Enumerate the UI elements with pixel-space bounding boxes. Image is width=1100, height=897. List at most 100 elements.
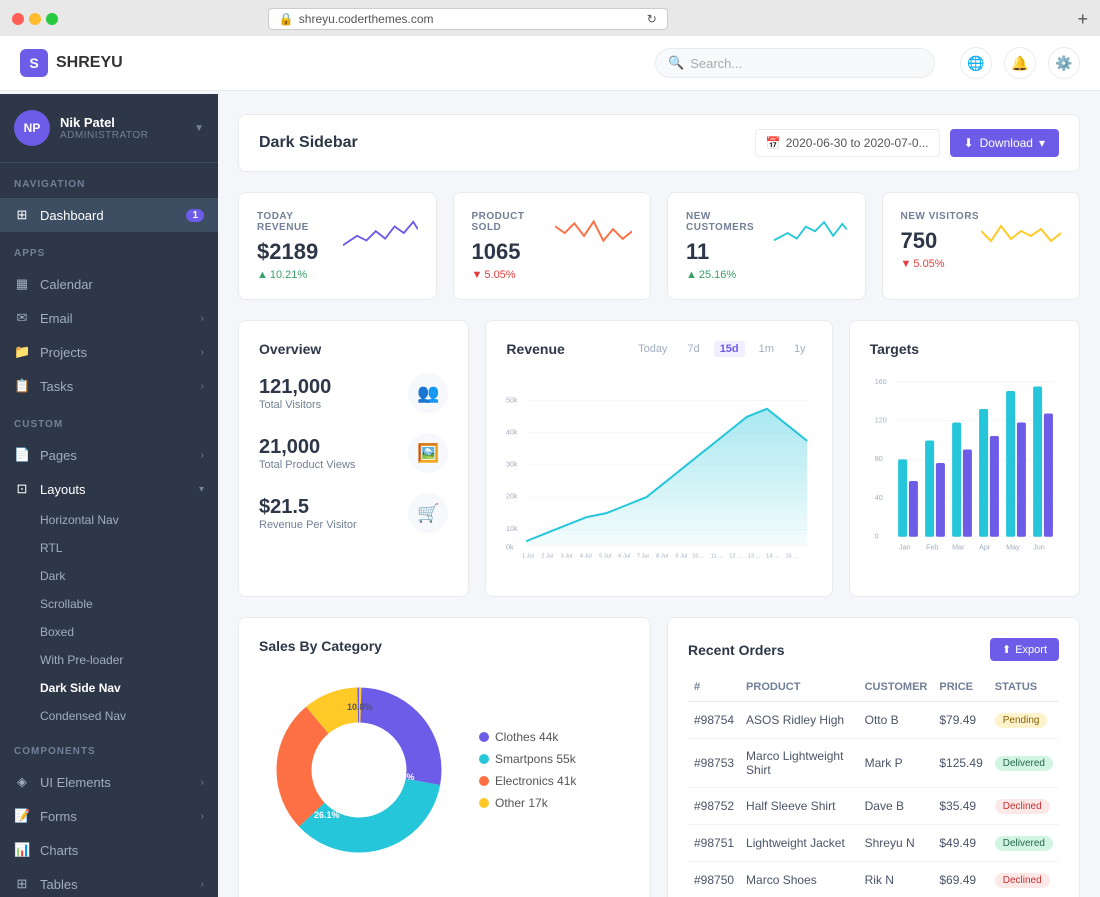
minimize-dot[interactable] [29, 13, 41, 25]
sidebar-item-pages[interactable]: 📄 Pages › [0, 438, 218, 472]
sidebar-sub-horizontal-nav[interactable]: Horizontal Nav [0, 506, 218, 534]
tab-15d[interactable]: 15d [714, 341, 745, 357]
sidebar-item-label: Charts [40, 843, 204, 858]
calendar-icon: 📅 [766, 136, 781, 150]
user-profile[interactable]: NP Nik Patel ADMINISTRATOR ▼ [0, 94, 218, 163]
arrow-up-icon: ▲ [257, 269, 268, 281]
svg-text:0: 0 [874, 532, 878, 541]
new-tab-button[interactable]: + [1077, 9, 1088, 30]
sidebar-item-projects[interactable]: 📁 Projects › [0, 335, 218, 369]
chevron-right-icon: › [201, 347, 204, 358]
nav-section-custom: CUSTOM [0, 403, 218, 438]
svg-text:10.8%: 10.8% [347, 702, 373, 712]
electronics-dot [479, 776, 489, 786]
sidebar-item-charts[interactable]: 📊 Charts [0, 833, 218, 867]
gear-button[interactable]: ⚙️ [1048, 47, 1080, 79]
overview-item-visitors: 121,000 Total Visitors 👥 [259, 373, 448, 413]
arrow-down-icon: ▼ [901, 258, 912, 270]
sidebar-item-tasks[interactable]: 📋 Tasks › [0, 369, 218, 403]
logo-icon: S [20, 49, 48, 77]
bell-button[interactable]: 🔔 [1004, 47, 1036, 79]
tab-7d[interactable]: 7d [681, 341, 705, 357]
lock-icon: 🔒 [279, 12, 294, 26]
svg-text:4 Jul: 4 Jul [580, 553, 592, 559]
layouts-icon: ⊡ [14, 481, 30, 497]
svg-text:13 ...: 13 ... [748, 553, 761, 559]
sidebar-item-tables[interactable]: ⊞ Tables › [0, 867, 218, 897]
order-price: $125.49 [933, 739, 988, 788]
orders-table-head: # Product Customer Price Status [688, 673, 1059, 702]
svg-text:20k: 20k [506, 492, 518, 501]
sidebar-item-forms[interactable]: 📝 Forms › [0, 799, 218, 833]
overview-title: Overview [259, 341, 448, 357]
sidebar-sub-boxed[interactable]: Boxed [0, 618, 218, 646]
sidebar-item-label: Pages [40, 448, 191, 463]
stats-row: TODAY REVENUE $2189 ▲ 10.21% PRODUCT S [238, 192, 1080, 300]
sidebar-sub-scrollable[interactable]: Scrollable [0, 590, 218, 618]
customers-sparkline [774, 211, 847, 256]
export-button[interactable]: ⬆ Export [990, 638, 1059, 661]
stat-card-product-sold: PRODUCT SOLD 1065 ▼ 5.05% [453, 192, 652, 300]
order-product: Marco Lightweight Shirt [740, 739, 859, 788]
globe-button[interactable]: 🌐 [960, 47, 992, 79]
svg-text:26.1%: 26.1% [314, 810, 340, 820]
tab-1y[interactable]: 1y [788, 341, 812, 357]
svg-text:Feb: Feb [926, 542, 938, 551]
revenue-title: Revenue [506, 341, 564, 357]
svg-text:Mar: Mar [952, 542, 965, 551]
overview-label: Revenue Per Visitor [259, 519, 357, 531]
browser-url-bar[interactable]: 🔒 shreyu.coderthemes.com ↻ [268, 8, 668, 30]
svg-text:2 Jul: 2 Jul [542, 553, 554, 559]
sidebar-sub-dark[interactable]: Dark [0, 562, 218, 590]
stat-change-value: 5.05% [913, 258, 944, 270]
sidebar-item-label: Dashboard [40, 208, 176, 223]
overview-value: 21,000 [259, 436, 355, 459]
date-range-picker[interactable]: 📅 2020-06-30 to 2020-07-0... [755, 129, 940, 157]
svg-text:7 Jul: 7 Jul [637, 553, 649, 559]
header-search[interactable]: 🔍 Search... [655, 48, 935, 78]
legend-other: Other 17k [479, 796, 576, 810]
clothes-label: Clothes 44k [495, 730, 558, 744]
sidebar-sub-dark-side-nav[interactable]: Dark Side Nav [0, 674, 218, 702]
order-product: Lightweight Jacket [740, 825, 859, 862]
sidebar-sub-condensed-nav[interactable]: Condensed Nav [0, 702, 218, 730]
forms-icon: 📝 [14, 808, 30, 824]
sidebar-item-email[interactable]: ✉ Email › [0, 301, 218, 335]
chevron-down-icon: ▾ [1039, 136, 1045, 150]
other-dot [479, 798, 489, 808]
targets-card: Targets 160 120 80 40 0 [849, 320, 1080, 597]
recent-orders-card: Recent Orders ⬆ Export # Product Custome… [667, 617, 1080, 897]
logo: S SHREYU [20, 49, 195, 77]
status-badge: Declined [995, 799, 1050, 814]
sidebar-sub-pre-loader[interactable]: With Pre-loader [0, 646, 218, 674]
sidebar-item-layouts[interactable]: ⊡ Layouts ▾ [0, 472, 218, 506]
close-dot[interactable] [12, 13, 24, 25]
refresh-icon[interactable]: ↻ [647, 12, 657, 26]
download-button[interactable]: ⬇ Download ▾ [950, 129, 1059, 157]
stat-change-value: 10.21% [270, 269, 307, 281]
svg-text:5 Jul: 5 Jul [600, 553, 612, 559]
sidebar-item-calendar[interactable]: ▦ Calendar [0, 267, 218, 301]
maximize-dot[interactable] [46, 13, 58, 25]
sidebar-sub-rtl[interactable]: RTL [0, 534, 218, 562]
revenue-header: Revenue Today 7d 15d 1m 1y [506, 341, 811, 357]
stat-value: 11 [686, 239, 774, 265]
stat-info: NEW VISITORS 750 ▼ 5.05% [901, 211, 980, 270]
stat-card-customers: NEW CUSTOMERS 11 ▲ 25.16% [667, 192, 866, 300]
revenue-sparkline [343, 211, 418, 256]
tab-1m[interactable]: 1m [753, 341, 780, 357]
order-customer: Rik N [859, 862, 934, 897]
charts-icon: 📊 [14, 842, 30, 858]
tab-today[interactable]: Today [632, 341, 673, 357]
header-actions: 🌐 🔔 ⚙️ [960, 47, 1080, 79]
sidebar-item-label: Forms [40, 809, 191, 824]
other-label: Other 17k [495, 796, 548, 810]
sidebar-item-dashboard[interactable]: ⊞ Dashboard 1 [0, 198, 218, 232]
svg-text:Jan: Jan [899, 542, 911, 551]
sidebar-item-ui-elements[interactable]: ◈ UI Elements › [0, 765, 218, 799]
status-badge: Delivered [995, 836, 1053, 851]
order-price: $69.49 [933, 862, 988, 897]
order-id: #98754 [688, 702, 740, 739]
sidebar-item-label: Tables [40, 877, 191, 892]
donut-legend: Clothes 44k Smartpons 55k Electronics 41… [479, 730, 576, 810]
